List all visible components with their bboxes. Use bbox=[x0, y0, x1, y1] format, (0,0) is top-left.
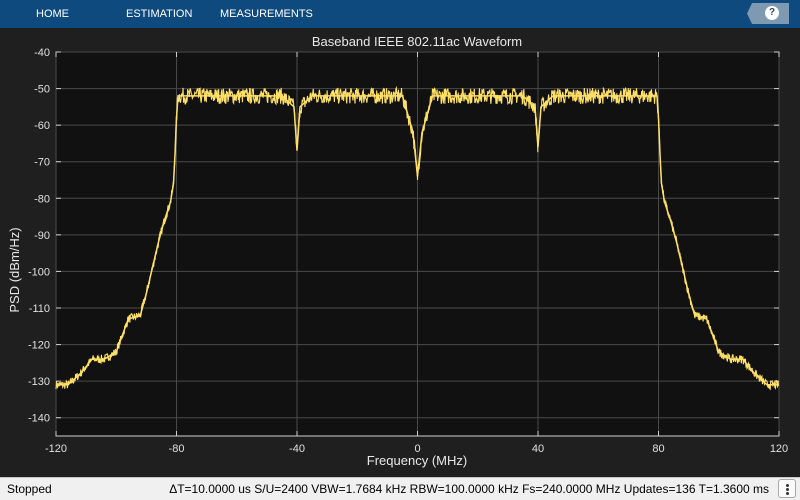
x-tick-label: 80 bbox=[652, 443, 664, 455]
y-tick-label: -110 bbox=[29, 303, 50, 315]
x-axis-label: Frequency (MHz) bbox=[367, 453, 467, 468]
y-tick-label: -130 bbox=[28, 376, 50, 388]
tab-estimation[interactable]: ESTIMATION bbox=[126, 0, 192, 28]
x-tick-label: -120 bbox=[45, 443, 67, 455]
x-tick-label: -40 bbox=[289, 443, 305, 455]
y-axis-label: PSD (dBm/Hz) bbox=[7, 227, 22, 312]
spectrum-chart[interactable]: -120 -80 -40 0 40 80 120-40-50-60-70-80-90-100… bbox=[0, 28, 800, 477]
y-tick-label: -50 bbox=[34, 84, 50, 96]
y-tick-label: -80 bbox=[34, 193, 50, 205]
chart-title: Baseband IEEE 802.11ac Waveform bbox=[312, 34, 522, 49]
help-button[interactable]: ? bbox=[747, 3, 789, 24]
y-tick-label: -90 bbox=[34, 230, 50, 242]
tab-home[interactable]: HOME bbox=[36, 0, 69, 28]
menu-dot-icon bbox=[786, 488, 789, 491]
x-tick-label: 40 bbox=[532, 443, 544, 455]
menu-dot-icon bbox=[786, 492, 789, 495]
help-icon: ? bbox=[765, 6, 779, 20]
y-tick-label: -140 bbox=[28, 413, 50, 425]
y-tick-label: -120 bbox=[28, 340, 50, 352]
tab-measurements[interactable]: MEASUREMENTS bbox=[220, 0, 313, 28]
status-menu-button[interactable] bbox=[778, 479, 796, 498]
y-tick-label: -100 bbox=[28, 266, 50, 278]
y-tick-label: -40 bbox=[34, 47, 50, 59]
x-tick-label: 120 bbox=[770, 443, 788, 455]
status-bar: Stopped ΔT=10.0000 us S/U=2400 VBW=1.768… bbox=[0, 477, 800, 500]
x-tick-label: -80 bbox=[169, 443, 185, 455]
spectrum-plot-area: -120 -80 -40 0 40 80 120 -40 -50 -60 -70 -80 -90 -100… bbox=[0, 28, 800, 477]
menu-dot-icon bbox=[786, 484, 789, 487]
status-state: Stopped bbox=[7, 482, 52, 496]
y-tick-label: -70 bbox=[34, 157, 50, 169]
toolstrip: HOME ESTIMATION MEASUREMENTS ? bbox=[0, 0, 800, 28]
status-metrics: ΔT=10.0000 us S/U=2400 VBW=1.7684 kHz RB… bbox=[169, 482, 769, 496]
y-tick-label: -60 bbox=[34, 120, 50, 132]
